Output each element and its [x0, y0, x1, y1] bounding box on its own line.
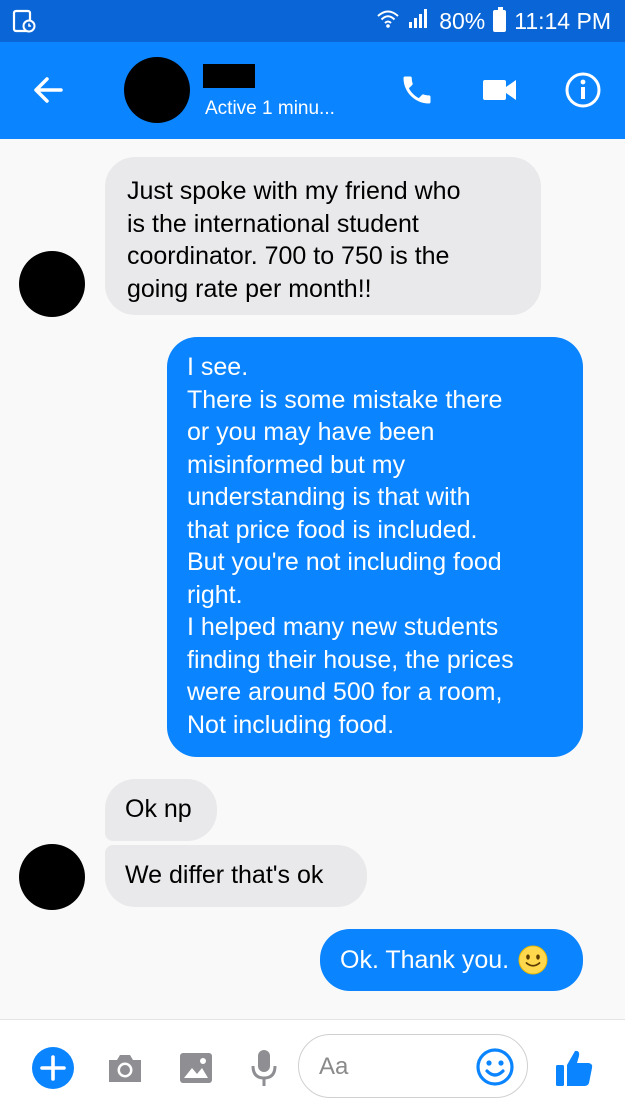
- message-input-box[interactable]: [298, 1034, 528, 1098]
- phone-call-icon[interactable]: [397, 70, 437, 110]
- gallery-icon[interactable]: [174, 1046, 218, 1090]
- message-line: I helped many new students: [187, 613, 499, 641]
- incoming-message-bubble[interactable]: Just spoke with my friend who is the int…: [105, 157, 541, 315]
- back-arrow-icon[interactable]: [28, 70, 68, 110]
- battery-icon: [493, 7, 507, 32]
- message-line: finding their house, the prices: [187, 645, 514, 674]
- contact-name-redacted[interactable]: [203, 64, 255, 88]
- message-line: We differ that's ok: [125, 861, 324, 889]
- message-line: There is some mistake there: [187, 385, 503, 414]
- incoming-message-bubble[interactable]: We differ that's ok: [105, 845, 367, 907]
- plus-icon[interactable]: [31, 1046, 75, 1090]
- outgoing-message-bubble[interactable]: I see. There is some mistake there or yo…: [167, 337, 583, 757]
- clock: 11:14 PM: [514, 7, 611, 34]
- camera-icon[interactable]: [103, 1046, 147, 1090]
- emoji-icon[interactable]: [475, 1047, 515, 1087]
- outgoing-message-bubble[interactable]: Ok. Thank you.: [320, 929, 583, 991]
- wifi-icon: [377, 8, 399, 35]
- message-line: or you may have been: [187, 418, 435, 446]
- video-call-icon[interactable]: [480, 70, 520, 110]
- signal-icon: [407, 7, 431, 35]
- thumbs-up-icon[interactable]: [552, 1046, 596, 1090]
- message-input[interactable]: [319, 1049, 469, 1085]
- screen-record-icon: [12, 9, 36, 33]
- status-bar: 80% 11:14 PM: [0, 0, 625, 42]
- message-line: Ok np: [125, 795, 192, 823]
- message-composer: [0, 1019, 625, 1111]
- message-line: is the international student: [127, 209, 419, 238]
- contact-avatar[interactable]: [124, 57, 190, 123]
- conversation-header: Active 1 minu...: [0, 42, 625, 139]
- message-line: Just spoke with my friend who: [127, 177, 461, 205]
- active-status: Active 1 minu...: [205, 98, 335, 119]
- sender-avatar[interactable]: [19, 844, 85, 910]
- sender-avatar[interactable]: [19, 251, 85, 317]
- message-line: going rate per month!!: [127, 274, 372, 303]
- message-line: Ok. Thank you.: [340, 945, 510, 974]
- message-thread[interactable]: Just spoke with my friend who is the int…: [0, 139, 625, 1019]
- message-line: coordinator. 700 to 750 is the: [127, 242, 450, 270]
- info-icon[interactable]: [563, 70, 603, 110]
- message-line: Not including food.: [187, 710, 395, 739]
- microphone-icon[interactable]: [242, 1046, 286, 1090]
- message-line: that price food is included.: [187, 515, 478, 544]
- message-line: I see.: [187, 353, 249, 381]
- battery-percent: 80%: [439, 7, 486, 34]
- message-line: right.: [187, 580, 243, 609]
- message-line: were around 500 for a room,: [187, 678, 503, 706]
- slightly-smiling-face-icon: [518, 945, 548, 975]
- message-line: understanding is that with: [187, 483, 471, 511]
- message-line: But you're not including food: [187, 548, 502, 576]
- incoming-message-bubble[interactable]: Ok np: [105, 779, 217, 841]
- message-line: misinformed but my: [187, 450, 406, 479]
